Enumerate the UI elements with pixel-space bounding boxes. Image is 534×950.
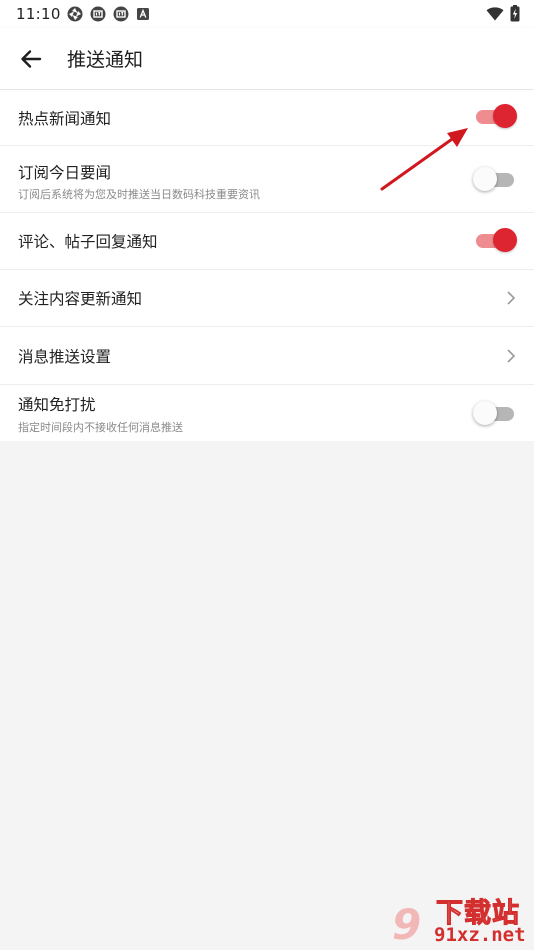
setting-label: 通知免打扰 bbox=[18, 396, 96, 414]
setting-hot-news: 热点新闻通知 bbox=[0, 90, 534, 146]
settings-list: 热点新闻通知 订阅今日要闻 订阅后系统将为您及时推送当日数码科技重要资讯 评论、… bbox=[0, 90, 534, 441]
setting-label: 消息推送设置 bbox=[18, 348, 112, 366]
toggle-thumb bbox=[493, 104, 517, 128]
setting-follow-updates[interactable]: 关注内容更新通知 bbox=[0, 270, 534, 327]
status-bar: 11:10 bbox=[0, 0, 534, 28]
toggle-thumb bbox=[473, 401, 497, 425]
chevron-right-icon bbox=[507, 291, 516, 305]
setting-subtitle: 订阅后系统将为您及时推送当日数码科技重要资讯 bbox=[18, 188, 260, 201]
setting-label: 关注内容更新通知 bbox=[18, 290, 143, 308]
setting-push-settings[interactable]: 消息推送设置 bbox=[0, 327, 534, 385]
setting-subtitle: 指定时间段内不接收任何消息推送 bbox=[18, 421, 183, 434]
setting-daily-news: 订阅今日要闻 订阅后系统将为您及时推送当日数码科技重要资讯 bbox=[0, 146, 534, 213]
setting-label: 评论、帖子回复通知 bbox=[18, 233, 158, 251]
reply-notify-toggle[interactable] bbox=[475, 228, 517, 254]
battery-charging-icon bbox=[510, 5, 520, 22]
do-not-disturb-toggle[interactable] bbox=[473, 401, 515, 427]
toggle-thumb bbox=[493, 228, 517, 252]
font-a-icon bbox=[137, 8, 149, 20]
watermark-logo: 9 bbox=[392, 900, 422, 949]
toggle-thumb bbox=[473, 167, 497, 191]
daily-news-toggle[interactable] bbox=[473, 167, 515, 193]
back-button[interactable] bbox=[16, 44, 46, 74]
setting-do-not-disturb: 通知免打扰 指定时间段内不接收任何消息推送 bbox=[0, 385, 534, 441]
notification-icons bbox=[67, 6, 150, 22]
chevron-right-icon bbox=[507, 349, 516, 363]
setting-label: 热点新闻通知 bbox=[18, 110, 112, 128]
setting-reply-notify: 评论、帖子回复通知 bbox=[0, 213, 534, 270]
page-title: 推送通知 bbox=[67, 49, 144, 71]
setting-label: 订阅今日要闻 bbox=[18, 164, 112, 182]
watermark-url: 91xz.net bbox=[434, 924, 526, 946]
hot-news-toggle[interactable] bbox=[475, 104, 517, 130]
app-bar: 推送通知 bbox=[0, 28, 534, 89]
watermark: 9 下载站 91xz.net bbox=[384, 888, 534, 950]
status-right-icons bbox=[486, 5, 520, 22]
aperture-icon bbox=[67, 6, 83, 22]
it-app-icon-2 bbox=[113, 6, 129, 22]
arrow-left-icon bbox=[21, 50, 42, 68]
wifi-icon bbox=[486, 6, 504, 20]
status-time: 11:10 bbox=[16, 5, 61, 23]
it-app-icon bbox=[90, 6, 106, 22]
